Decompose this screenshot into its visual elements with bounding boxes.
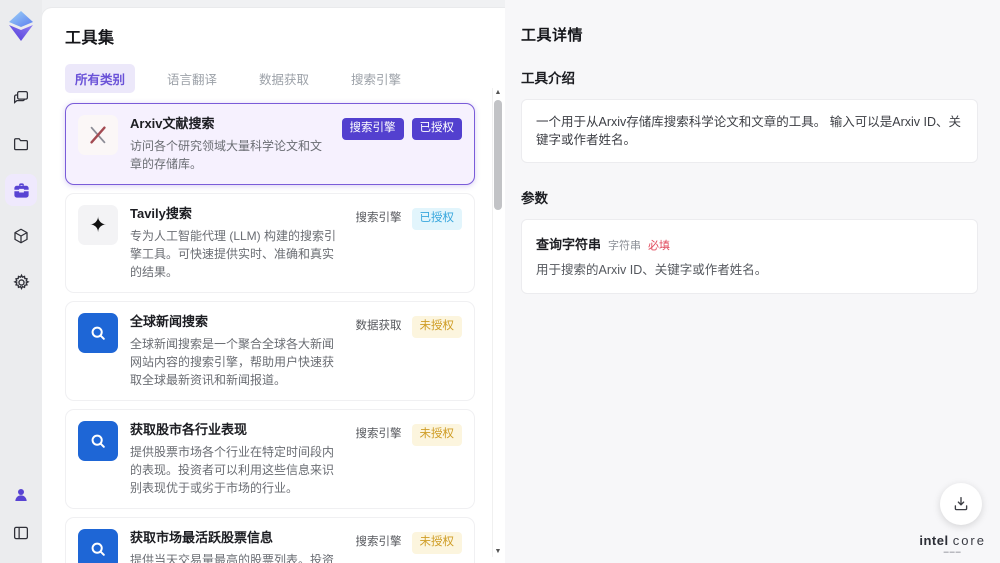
auth-status-badge: 未授权 (411, 316, 462, 338)
tool-card-most-active-stocks[interactable]: 获取市场最活跃股票信息 提供当天交易量最高的股票列表。投资者可以利用这些信息来识… (65, 517, 475, 563)
download-button[interactable] (940, 483, 982, 525)
intro-heading: 工具介绍 (521, 71, 575, 86)
category-label: 搜索引擎 (355, 212, 402, 224)
search-blue-logo-icon (78, 313, 118, 353)
param-description: 用于搜索的Arxiv ID、关键字或作者姓名。 (536, 263, 768, 277)
tool-card-global-news[interactable]: 全球新闻搜索 全球新闻搜索是一个聚合全球各大新闻网站内容的搜索引擎，帮助用户快速… (65, 301, 475, 401)
auth-status-badge: 已授权 (411, 118, 462, 140)
left-rail (0, 0, 42, 563)
category-tabs: 所有类别 语言翻译 数据获取 搜索引擎 (65, 64, 475, 93)
intel-core-logo: intel core ▬▬▬ (919, 533, 986, 555)
tool-card-tavily[interactable]: ✦ Tavily搜索 专为人工智能代理 (LLM) 构建的搜索引擎工具。可快速提… (65, 193, 475, 293)
category-badge: 搜索引擎 (341, 118, 404, 140)
scroll-down-icon[interactable]: ▼ (493, 547, 503, 557)
tool-name: Tavily搜索 (130, 206, 192, 221)
download-icon (954, 496, 968, 511)
tools-list-panel: 工具集 所有类别 语言翻译 数据获取 搜索引擎 Arxiv文献搜索 访问各个研究… (42, 8, 505, 563)
tool-description: 专为人工智能代理 (LLM) 构建的搜索引擎工具。可快速提供实时、准确和真实的结… (130, 229, 337, 279)
tool-intro-text: 一个用于从Arxiv存储库搜索科学论文和文章的工具。 输入可以是Arxiv ID… (521, 99, 978, 163)
tool-name: 获取市场最活跃股票信息 (130, 530, 274, 545)
auth-status-badge: 未授权 (411, 532, 462, 554)
list-scrollbar[interactable]: ▲ ▼ (492, 88, 502, 557)
panel-toggle-icon[interactable] (5, 517, 37, 549)
rail-bottom (5, 479, 37, 549)
tool-detail-panel: 工具详情 工具介绍 一个用于从Arxiv存储库搜索科学论文和文章的工具。 输入可… (505, 0, 1000, 563)
chat-icon[interactable] (5, 82, 37, 114)
app-window: 工具集 所有类别 语言翻译 数据获取 搜索引擎 Arxiv文献搜索 访问各个研究… (0, 0, 1000, 563)
user-icon[interactable] (5, 479, 37, 511)
search-blue-logo-icon (78, 421, 118, 461)
param-name: 查询字符串 (536, 237, 602, 252)
tool-name: 全球新闻搜索 (130, 314, 209, 329)
tool-card-sector-performance[interactable]: 获取股市各行业表现 提供股票市场各个行业在特定时间段内的表现。投资者可以利用这些… (65, 409, 475, 509)
brand-word-intel: intel (919, 533, 949, 548)
app-logo-icon[interactable] (7, 10, 35, 42)
tool-name: Arxiv文献搜索 (130, 116, 215, 131)
auth-status-badge: 已授权 (411, 208, 462, 230)
cube-icon[interactable] (5, 220, 37, 252)
auth-status-badge: 未授权 (411, 424, 462, 446)
tab-search-engine[interactable]: 搜索引擎 (341, 64, 411, 93)
tab-data-fetch[interactable]: 数据获取 (249, 64, 319, 93)
tab-language-translation[interactable]: 语言翻译 (157, 64, 227, 93)
tool-name: 获取股市各行业表现 (130, 422, 248, 437)
sparkle-logo-icon: ✦ (78, 205, 118, 245)
rail-nav (5, 82, 37, 298)
arxiv-logo-icon (78, 115, 118, 155)
parameter-card: 查询字符串 字符串 必填 用于搜索的Arxiv ID、关键字或作者姓名。 (521, 219, 978, 294)
tool-description: 提供股票市场各个行业在特定时间段内的表现。投资者可以利用这些信息来识别表现优于或… (130, 445, 335, 495)
brand-word-core: core (952, 533, 986, 548)
folder-icon[interactable] (5, 128, 37, 160)
category-label: 搜索引擎 (355, 536, 402, 548)
search-blue-logo-icon (78, 529, 118, 563)
category-label: 搜索引擎 (355, 428, 402, 440)
scrollbar-thumb[interactable] (494, 100, 502, 210)
brand-subline: ▬▬▬ (943, 549, 962, 555)
tool-description: 提供当天交易量最高的股票列表。投资者可以利用这些信息来识别流动性强的股票和潜在的… (130, 553, 335, 563)
tool-description: 访问各个研究领域大量科学论文和文章的存储库。 (130, 139, 323, 171)
param-required-badge: 必填 (648, 240, 671, 252)
params-heading: 参数 (521, 191, 548, 206)
category-label: 数据获取 (355, 320, 402, 332)
tool-description: 全球新闻搜索是一个聚合全球各大新闻网站内容的搜索引擎，帮助用户快速获取全球最新资… (130, 337, 335, 387)
tab-all-categories[interactable]: 所有类别 (65, 64, 136, 93)
param-type: 字符串 (608, 240, 642, 252)
tool-card-arxiv[interactable]: Arxiv文献搜索 访问各个研究领域大量科学论文和文章的存储库。 搜索引擎 已授… (65, 103, 475, 185)
page-title: 工具集 (65, 30, 115, 47)
tool-list: Arxiv文献搜索 访问各个研究领域大量科学论文和文章的存储库。 搜索引擎 已授… (65, 103, 475, 563)
toolbox-icon[interactable] (5, 174, 37, 206)
detail-title: 工具详情 (521, 27, 584, 44)
settings-icon[interactable] (5, 266, 37, 298)
scroll-up-icon[interactable]: ▲ (493, 88, 503, 98)
